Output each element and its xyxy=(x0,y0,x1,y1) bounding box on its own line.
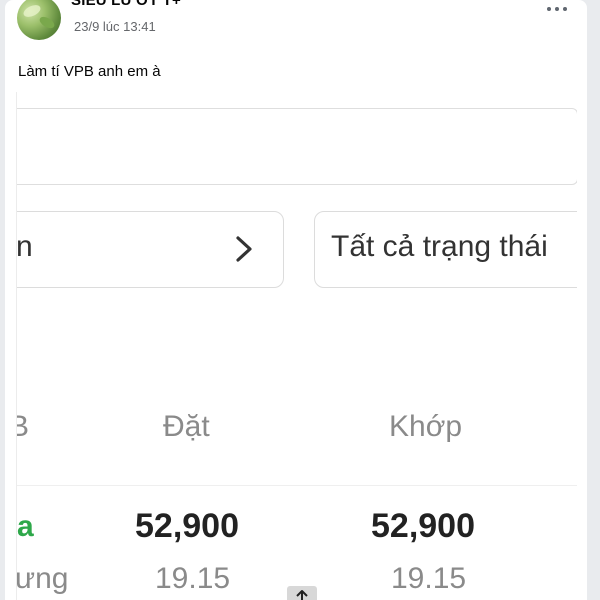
post-card: SIÊU LŨ ỚT T+ 23/9 lúc 13:41 Làm tí VPB … xyxy=(5,0,587,600)
status-filter: Tất cả trạng thái xyxy=(314,211,577,288)
order-price-khop: 52,900 xyxy=(371,507,475,545)
arrow-up-icon xyxy=(296,590,308,600)
post-author[interactable]: SIÊU LŨ ỚT T+ xyxy=(71,0,181,9)
scroll-to-top-button[interactable] xyxy=(287,586,317,600)
order-sub-left: ưng xyxy=(16,562,69,595)
post-text: Làm tí VPB anh em à xyxy=(18,63,161,80)
avatar[interactable] xyxy=(17,0,61,40)
status-filter-label: Tất cả trạng thái xyxy=(331,230,548,263)
column-header-symbol: B xyxy=(17,410,29,444)
filter-dropdown-left: n xyxy=(16,211,284,288)
order-sub-dat: 19.15 xyxy=(155,562,231,595)
column-header-khop: Khớp xyxy=(389,410,463,443)
post-image[interactable]: n Tất cả trạng thái B Đặt Khớp a 52,900 … xyxy=(16,92,577,600)
post-timestamp[interactable]: 23/9 lúc 13:41 xyxy=(74,19,156,34)
avatar-image-detail xyxy=(21,2,43,20)
search-box xyxy=(17,108,577,185)
order-symbol: a xyxy=(17,510,34,543)
column-header-dat: Đặt xyxy=(163,410,210,443)
avatar-image-detail xyxy=(37,14,57,31)
row-divider xyxy=(17,485,577,486)
chevron-right-icon xyxy=(236,236,252,262)
order-sub-khop: 19.15 xyxy=(391,562,467,595)
filter-left-label: n xyxy=(16,230,33,263)
more-horizontal-icon[interactable] xyxy=(547,6,567,12)
order-price-dat: 52,900 xyxy=(135,507,239,545)
